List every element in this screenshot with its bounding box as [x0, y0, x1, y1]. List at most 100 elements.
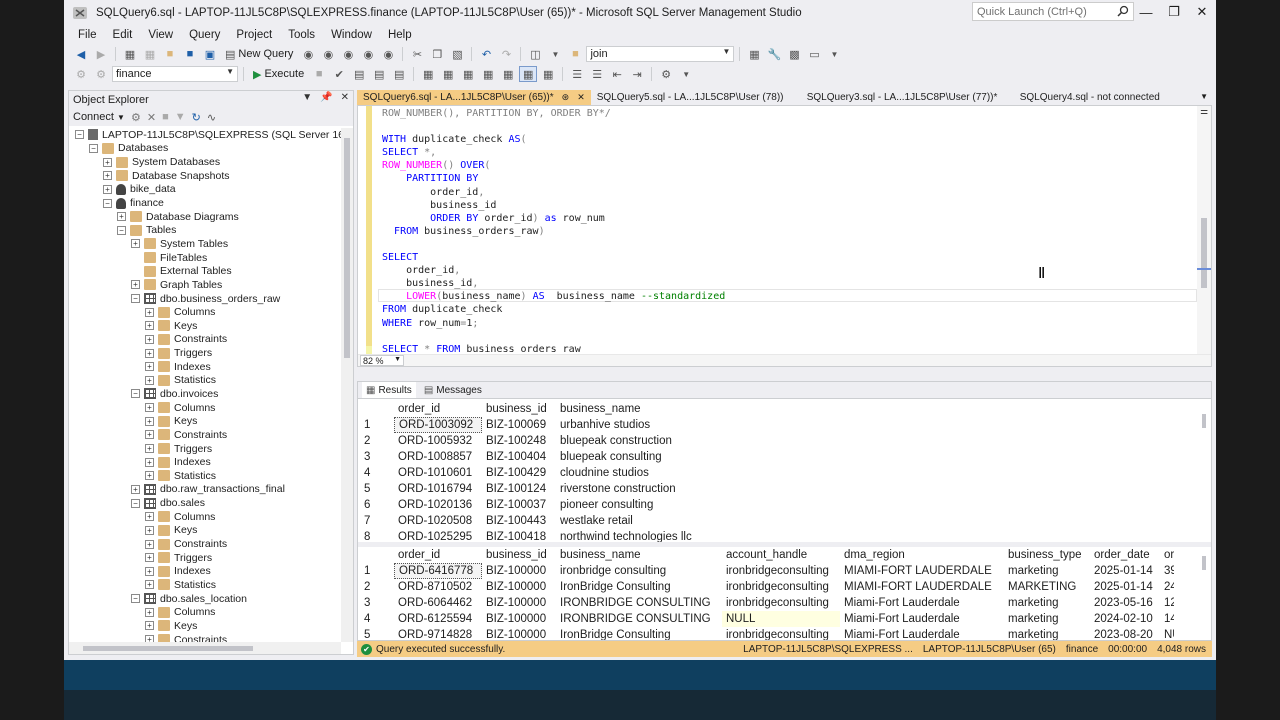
- disconnect-icon[interactable]: ✕: [147, 111, 156, 124]
- live-stats-icon[interactable]: ▦: [459, 66, 477, 82]
- tree-node[interactable]: + Statistics: [69, 374, 341, 388]
- tree-node[interactable]: + Columns: [69, 510, 341, 524]
- expand-icon[interactable]: +: [145, 457, 154, 467]
- table-row[interactable]: 1 ORD-6416778 BIZ-100000 ironbridge consult…: [358, 563, 1174, 579]
- results-grid-2[interactable]: order_id business_id business_name account_…: [358, 547, 1174, 640]
- grid-cell[interactable]: 2023-08-20: [1090, 627, 1160, 640]
- table-row[interactable]: 2 ORD-8710502 BIZ-100000 IronBridge Consult…: [358, 579, 1174, 595]
- expand-icon[interactable]: +: [117, 212, 126, 222]
- properties-icon[interactable]: 🔧: [765, 46, 783, 62]
- grid-cell[interactable]: marketing: [1004, 611, 1090, 627]
- grid-cell[interactable]: ORD-1016794: [394, 481, 482, 497]
- column-header[interactable]: order_date: [1090, 547, 1160, 563]
- filter-icon[interactable]: ▼: [175, 111, 186, 123]
- tree-node[interactable]: + Columns: [69, 605, 341, 619]
- minimize-button[interactable]: —: [1132, 0, 1160, 24]
- collapse-icon[interactable]: −: [131, 594, 140, 604]
- close-panel-icon[interactable]: ✕: [341, 92, 349, 103]
- table-row[interactable]: 4 ORD-1010601 BIZ-100429 cloudnine studios: [358, 465, 702, 481]
- db-query-icon[interactable]: ◉: [299, 46, 317, 62]
- collapse-icon[interactable]: −: [117, 225, 126, 235]
- row-number[interactable]: 2: [358, 433, 394, 449]
- grid-cell[interactable]: ironbridgeconsulting: [722, 563, 840, 579]
- row-number[interactable]: 1: [358, 417, 394, 433]
- query-options-icon[interactable]: ▤: [390, 66, 408, 82]
- grid-cell[interactable]: ORD-1020508: [394, 513, 482, 529]
- column-header[interactable]: account_handle: [722, 547, 840, 563]
- tree-node[interactable]: + System Tables: [69, 237, 341, 251]
- expand-icon[interactable]: +: [145, 334, 154, 344]
- grid-cell[interactable]: BIZ-100429: [482, 465, 556, 481]
- expand-icon[interactable]: +: [103, 171, 112, 181]
- grid-cell[interactable]: 14: [1160, 611, 1174, 627]
- connect-icon[interactable]: ⚙: [72, 66, 90, 82]
- expand-icon[interactable]: +: [103, 157, 112, 167]
- grid-cell[interactable]: IronBridge Consulting: [556, 579, 722, 595]
- disconnect-icon[interactable]: ⚙: [92, 66, 110, 82]
- row-number[interactable]: 3: [358, 449, 394, 465]
- add-item-icon[interactable]: ▦: [141, 46, 159, 62]
- tree-node[interactable]: − dbo.sales: [69, 496, 341, 510]
- dmx-query-icon[interactable]: ◉: [339, 46, 357, 62]
- grid-cell[interactable]: BIZ-100124: [482, 481, 556, 497]
- grid-cell[interactable]: IRONBRIDGE CONSULTING: [556, 595, 722, 611]
- grid-cell[interactable]: BIZ-100000: [482, 595, 556, 611]
- grid-cell[interactable]: BIZ-100000: [482, 627, 556, 640]
- expand-icon[interactable]: +: [131, 484, 140, 494]
- expand-icon[interactable]: +: [145, 403, 154, 413]
- specify-values-icon[interactable]: ⚙: [657, 66, 675, 82]
- editor-scrollbar[interactable]: ⚌: [1197, 106, 1211, 354]
- results-to-file-icon[interactable]: ▦: [539, 66, 557, 82]
- display-plan-icon[interactable]: ▤: [350, 66, 368, 82]
- back-icon[interactable]: ◀: [72, 46, 90, 62]
- column-header[interactable]: business_name: [556, 401, 702, 417]
- parse-checkmark-icon[interactable]: ✔: [330, 66, 348, 82]
- grid-cell[interactable]: MIAMI-FORT LAUDERDALE: [840, 563, 1004, 579]
- grid-cell[interactable]: 12: [1160, 595, 1174, 611]
- tab-list-dropdown-icon[interactable]: ▼: [1200, 92, 1208, 101]
- tree-node[interactable]: + Constraints: [69, 333, 341, 347]
- scrollbar-thumb[interactable]: [1201, 218, 1207, 288]
- grid-corner[interactable]: [358, 547, 394, 563]
- cut-icon[interactable]: ✂: [408, 46, 426, 62]
- grid-corner[interactable]: [358, 401, 394, 417]
- collapse-icon[interactable]: −: [89, 143, 98, 153]
- expand-icon[interactable]: +: [145, 621, 154, 631]
- solution-explorer-icon[interactable]: ▦: [745, 46, 763, 62]
- xmla-query-icon[interactable]: ◉: [359, 46, 377, 62]
- expand-icon[interactable]: +: [145, 580, 154, 590]
- tab-results[interactable]: ▦ Results: [362, 382, 416, 398]
- tree-node[interactable]: + Constraints: [69, 633, 341, 642]
- table-row[interactable]: 5 ORD-9714828 BIZ-100000 IronBridge Consult…: [358, 627, 1174, 640]
- grid-cell[interactable]: BIZ-100248: [482, 433, 556, 449]
- collapse-icon[interactable]: −: [103, 198, 112, 208]
- grid-cell[interactable]: ironbridgeconsulting: [722, 579, 840, 595]
- tree-node[interactable]: − Databases: [69, 142, 341, 156]
- grid-cell[interactable]: Miami-Fort Lauderdale: [840, 627, 1004, 640]
- results-to-grid-icon[interactable]: ▦: [519, 66, 538, 82]
- tab-sqlquery3[interactable]: SQLQuery3.sql - LA...1JL5C8P\User (77))*: [801, 90, 1014, 105]
- table-row[interactable]: 1 ORD-1003092 BIZ-100069 urbanhive studios: [358, 417, 702, 433]
- dax-query-icon[interactable]: ◉: [379, 46, 397, 62]
- pin-icon[interactable]: ⊛: [562, 92, 570, 103]
- pin-icon[interactable]: 📌: [320, 92, 332, 103]
- find-in-files-icon[interactable]: ■: [566, 46, 584, 62]
- collapse-icon[interactable]: −: [75, 130, 84, 140]
- results-grid-1[interactable]: order_id business_id business_name 1 ORD-100…: [358, 401, 702, 545]
- grid-cell[interactable]: ORD-1005932: [394, 433, 482, 449]
- redo-icon[interactable]: ↷: [497, 46, 515, 62]
- stop-icon[interactable]: ■: [310, 66, 328, 82]
- object-explorer-hscrollbar[interactable]: [69, 642, 341, 654]
- grid-cell[interactable]: pioneer consulting: [556, 497, 702, 513]
- tree-node[interactable]: FileTables: [69, 251, 341, 265]
- comment-icon[interactable]: ☰: [568, 66, 586, 82]
- table-row[interactable]: 6 ORD-1020136 BIZ-100037 pioneer consulting: [358, 497, 702, 513]
- tree-node[interactable]: External Tables: [69, 264, 341, 278]
- column-header[interactable]: business_id: [482, 547, 556, 563]
- grid-cell[interactable]: ORD-9714828: [394, 627, 482, 640]
- tree-node[interactable]: − dbo.business_orders_raw: [69, 292, 341, 306]
- scrollbar-thumb[interactable]: [1202, 556, 1206, 570]
- close-tab-icon[interactable]: ✕: [577, 92, 585, 103]
- tree-node[interactable]: + Statistics: [69, 578, 341, 592]
- grid-cell[interactable]: marketing: [1004, 627, 1090, 640]
